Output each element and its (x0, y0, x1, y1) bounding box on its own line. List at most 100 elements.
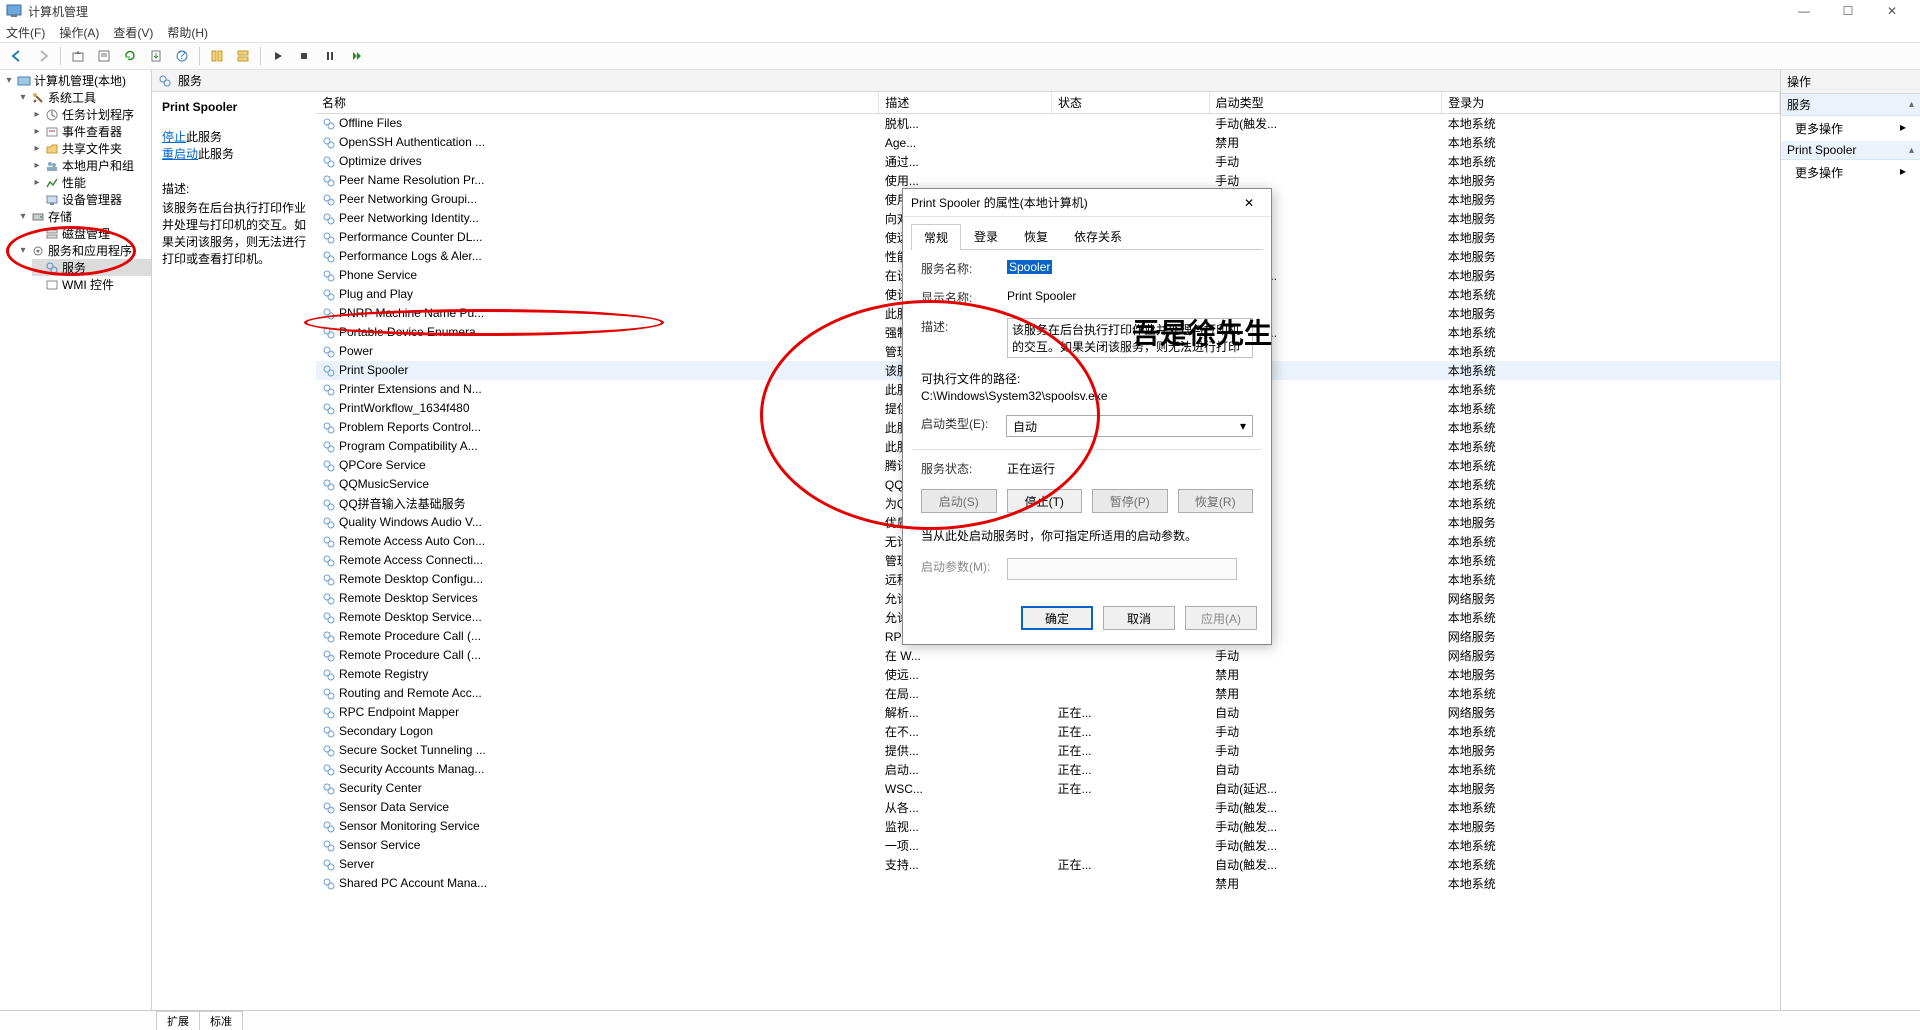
dialog-tab-general[interactable]: 常规 (911, 224, 961, 250)
service-detail-panel: Print Spooler 停止此服务 重启动此服务 描述: 该服务在后台执行打… (152, 92, 316, 1010)
gear-icon (322, 269, 336, 283)
toolbar-forward-button[interactable] (32, 45, 54, 67)
tree-event-viewer[interactable]: ▸事件查看器 (32, 123, 151, 140)
tab-extended[interactable]: 扩展 (156, 1011, 200, 1030)
value-service-name[interactable]: Spooler (1007, 260, 1052, 274)
gear-icon (322, 668, 336, 682)
window-minimize-button[interactable]: — (1782, 0, 1826, 22)
tree-wmi[interactable]: WMI 控件 (32, 276, 151, 293)
value-description[interactable] (1007, 318, 1253, 358)
collapse-icon[interactable]: ▴ (1909, 145, 1914, 156)
tree-system-tools[interactable]: ▾系统工具 (18, 89, 151, 106)
dialog-tab-logon[interactable]: 登录 (961, 223, 1011, 249)
gear-icon (322, 839, 336, 853)
toolbar-up-button[interactable] (67, 45, 89, 67)
service-row[interactable]: Offline Files脱机...手动(触发...本地系统 (316, 114, 1780, 134)
toolbar-properties-icon[interactable] (93, 45, 115, 67)
menu-help[interactable]: 帮助(H) (167, 24, 208, 41)
service-row[interactable]: Shared PC Account Mana...禁用本地系统 (316, 874, 1780, 893)
service-row[interactable]: Sensor Service一项...手动(触发...本地系统 (316, 836, 1780, 855)
gear-icon (322, 744, 336, 758)
service-row[interactable]: Security Accounts Manag...启动...正在...自动本地… (316, 760, 1780, 779)
menu-file[interactable]: 文件(F) (6, 24, 45, 41)
btn-stop[interactable]: 停止(T) (1007, 489, 1083, 513)
service-properties-dialog: Print Spooler 的属性(本地计算机) ✕ 常规 登录 恢复 依存关系… (902, 188, 1272, 645)
service-row[interactable]: Optimize drives通过...手动本地系统 (316, 152, 1780, 171)
window-maximize-button[interactable]: ☐ (1826, 0, 1870, 22)
btn-ok[interactable]: 确定 (1021, 606, 1093, 630)
actions-section-services: 服务▴ (1781, 94, 1920, 116)
startup-hint: 当从此处启动服务时，你可指定所适用的启动参数。 (921, 527, 1253, 544)
service-row[interactable]: Security CenterWSC...正在...自动(延迟...本地服务 (316, 779, 1780, 798)
col-name[interactable]: 名称 (316, 92, 879, 114)
service-row[interactable]: Routing and Remote Acc...在局...禁用本地系统 (316, 684, 1780, 703)
service-row[interactable]: Server支持...正在...自动(触发...本地系统 (316, 855, 1780, 874)
gear-icon (322, 478, 336, 492)
app-icon (6, 3, 22, 19)
bottom-tabs: 扩展 标准 (0, 1010, 1920, 1030)
link-restart-service[interactable]: 重启动 (162, 147, 198, 161)
col-logon[interactable]: 登录为 (1442, 92, 1780, 114)
toolbar-play-icon[interactable] (267, 45, 289, 67)
service-row[interactable]: Sensor Monitoring Service监视...手动(触发...本地… (316, 817, 1780, 836)
nav-tree: ▾计算机管理(本地) ▾系统工具 ▸任务计划程序 ▸事件查看器 ▸共享文件夹 ▸… (0, 70, 152, 1010)
toolbar-grid2-icon[interactable] (232, 45, 254, 67)
toolbar-stop-icon[interactable] (293, 45, 315, 67)
tree-shared-folders[interactable]: ▸共享文件夹 (32, 140, 151, 157)
toolbar-export-icon[interactable] (145, 45, 167, 67)
tree-device-manager[interactable]: 设备管理器 (32, 191, 151, 208)
gear-icon (322, 725, 336, 739)
startup-type-combo[interactable]: 自动▾ (1006, 415, 1253, 437)
toolbar-refresh-icon[interactable] (119, 45, 141, 67)
gear-icon (322, 117, 336, 131)
toolbar-back-button[interactable] (6, 45, 28, 67)
tree-services-apps[interactable]: ▾服务和应用程序 (18, 242, 151, 259)
service-row[interactable]: RPC Endpoint Mapper解析...正在...自动网络服务 (316, 703, 1780, 722)
dialog-tab-deps[interactable]: 依存关系 (1061, 223, 1135, 249)
toolbar-restart-icon[interactable] (345, 45, 367, 67)
gear-icon (322, 611, 336, 625)
gear-icon (322, 801, 336, 815)
svg-text:?: ? (179, 49, 186, 62)
service-row[interactable]: Remote Registry使远...禁用本地服务 (316, 665, 1780, 684)
chevron-down-icon: ▾ (1240, 419, 1246, 433)
tree-disk-management[interactable]: 磁盘管理 (32, 225, 151, 242)
col-status[interactable]: 状态 (1051, 92, 1209, 114)
tree-local-users[interactable]: ▸本地用户和组 (32, 157, 151, 174)
service-row[interactable]: OpenSSH Authentication ...Age...禁用本地系统 (316, 133, 1780, 152)
gear-icon (322, 498, 336, 512)
link-stop-service[interactable]: 停止 (162, 130, 186, 144)
tab-standard[interactable]: 标准 (199, 1011, 243, 1030)
detail-service-title: Print Spooler (162, 100, 306, 114)
collapse-icon[interactable]: ▴ (1909, 99, 1914, 110)
tree-root[interactable]: ▾计算机管理(本地) (4, 72, 151, 89)
toolbar-pause-icon[interactable] (319, 45, 341, 67)
col-desc[interactable]: 描述 (879, 92, 1052, 114)
tree-task-scheduler[interactable]: ▸任务计划程序 (32, 106, 151, 123)
service-row[interactable]: Sensor Data Service从各...手动(触发...本地系统 (316, 798, 1780, 817)
service-row[interactable]: Secondary Logon在不...正在...手动本地系统 (316, 722, 1780, 741)
gear-icon (322, 440, 336, 454)
menu-action[interactable]: 操作(A) (59, 24, 99, 41)
service-row[interactable]: Remote Procedure Call (...在 W...手动网络服务 (316, 646, 1780, 665)
window-close-button[interactable]: ✕ (1870, 0, 1914, 22)
col-startup[interactable]: 启动类型 (1209, 92, 1442, 114)
menu-view[interactable]: 查看(V) (113, 24, 153, 41)
dialog-close-button[interactable]: ✕ (1235, 196, 1263, 210)
actions-more-1[interactable]: 更多操作 ▸ (1781, 116, 1920, 141)
toolbar: ? (0, 42, 1920, 70)
gear-icon (322, 307, 336, 321)
tree-performance[interactable]: ▸性能 (32, 174, 151, 191)
actions-more-2[interactable]: 更多操作 ▸ (1781, 160, 1920, 185)
dialog-tab-recovery[interactable]: 恢复 (1011, 223, 1061, 249)
tree-storage[interactable]: ▾存储 (18, 208, 151, 225)
gear-icon (322, 383, 336, 397)
btn-cancel[interactable]: 取消 (1103, 606, 1175, 630)
gear-icon (322, 459, 336, 473)
toolbar-help-icon[interactable]: ? (171, 45, 193, 67)
gear-icon (322, 212, 336, 226)
gear-icon (322, 535, 336, 549)
service-row[interactable]: Secure Socket Tunneling ...提供...正在...手动本… (316, 741, 1780, 760)
toolbar-grid1-icon[interactable] (206, 45, 228, 67)
tree-services[interactable]: 服务 (32, 259, 151, 276)
